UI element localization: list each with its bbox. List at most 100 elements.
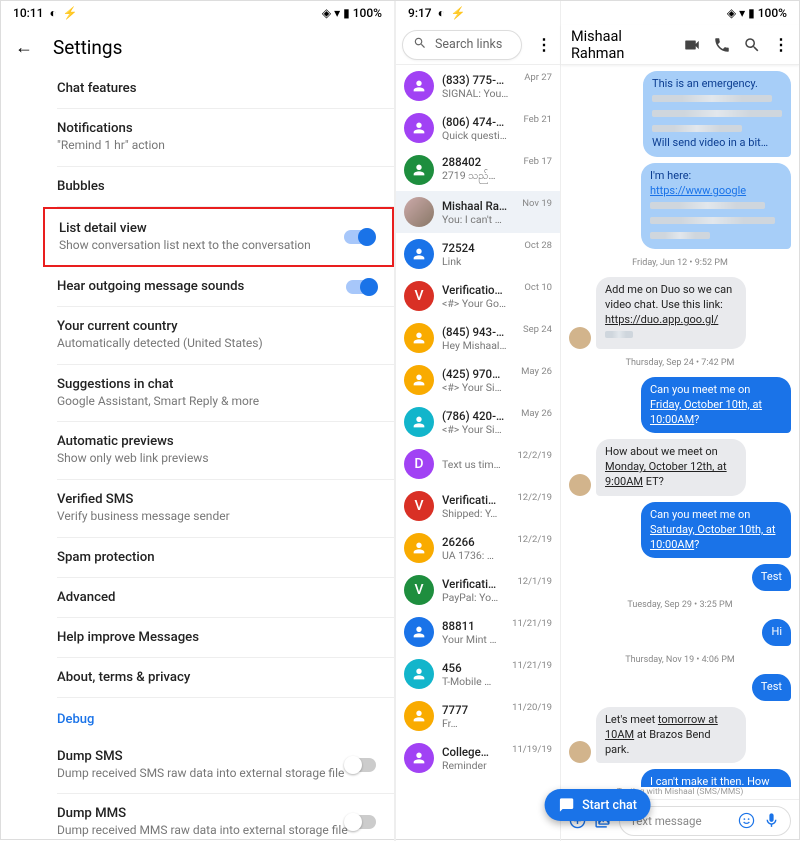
conversation-item[interactable]: V Verificati…Shipped: Y… 12/2/19 [396,485,560,527]
nav-icon: ◐ [49,6,56,20]
message-bubble[interactable]: How about we meet on Monday, October 12t… [596,439,746,496]
message-bubble[interactable]: I'm here: https://www.google [641,163,791,249]
nav-icon: ◐ [438,6,445,20]
message-row: Test [569,564,791,591]
conversation-item[interactable]: (833) 775-…SIGNAL: You… Apr 27 [396,65,560,107]
message-bubble[interactable]: Let's meet tomorrow at 10AM at Brazos Be… [596,707,746,764]
toggle[interactable] [346,815,376,829]
status-bar-left: 10:11 ◐ ⚡ ◈ ▾ ▮ 100% [1,1,394,25]
message-row: Let's meet tomorrow at 10AM at Brazos Be… [569,707,791,764]
message-bubble[interactable]: Test [752,564,791,591]
battery-pct: 100% [353,6,382,20]
settings-item[interactable]: About, terms & privacy [57,658,394,698]
settings-item[interactable]: Hear outgoing message sounds [57,267,394,307]
conversation-item[interactable]: College…Reminder 11/19/19 [396,737,560,779]
status-icons-right: ◈ ▾ ▮ 100% [561,1,799,25]
phone-icon[interactable] [713,36,731,54]
hotspot-icon: ◈ [727,6,736,20]
search-input[interactable]: Search links [402,30,522,60]
search-row: Search links ⋮ [396,25,560,65]
conversation-item[interactable]: (845) 943-…Hey Mishaal… Sep 24 [396,317,560,359]
conversation-item[interactable]: (786) 420-…<#> Your Si… May 26 [396,401,560,443]
status-time: 10:11 [13,6,43,20]
avatar [404,407,434,437]
message-row: This is an emergency.Will send video in … [569,71,791,157]
wifi-icon: ▾ [739,6,745,20]
mic-icon[interactable] [763,812,780,829]
conversation-item[interactable]: 456T-Mobile … 11/21/19 [396,653,560,695]
bolt-icon: ⚡ [451,6,466,20]
message-bubble[interactable]: I can't make it then. How about Saturday… [641,769,791,787]
avatar [404,113,434,143]
message-row: Can you meet me on Friday, October 10th,… [569,377,791,434]
conversation-item[interactable]: D Text us tim… 12/2/19 [396,443,560,485]
settings-item[interactable]: Advanced [57,578,394,618]
avatar [569,327,591,349]
settings-item[interactable]: Suggestions in chatGoogle Assistant, Sma… [57,365,394,423]
avatar: V [404,491,434,521]
message-bubble[interactable]: Can you meet me on Saturday, October 10t… [641,502,791,559]
avatar [404,197,434,227]
more-icon[interactable]: ⋮ [773,35,789,54]
battery-icon: ▮ [343,6,350,20]
settings-item[interactable]: Dump SMSDump received SMS raw data into … [57,737,394,795]
message-bubble[interactable]: This is an emergency.Will send video in … [643,71,791,157]
message-row: Hi [569,619,791,646]
fab-label: Start chat [582,798,637,813]
back-icon[interactable]: ← [15,37,33,58]
message-row: I can't make it then. How about Saturday… [569,769,791,787]
message-row: Add me on Duo so we can video chat. Use … [569,277,791,348]
settings-item[interactable]: Help improve Messages [57,618,394,658]
message-bubble[interactable]: Can you meet me on Friday, October 10th,… [641,377,791,434]
conversation-item[interactable]: (806) 474-…Quick questi… Feb 21 [396,107,560,149]
toggle[interactable] [346,280,376,294]
message-row: Can you meet me on Saturday, October 10t… [569,502,791,559]
bolt-icon: ⚡ [63,6,78,20]
conversation-item[interactable]: V Verificati…PayPal: Yo… 12/1/19 [396,569,560,611]
avatar [569,741,591,763]
more-icon[interactable]: ⋮ [528,35,560,54]
settings-item[interactable]: Automatic previewsShow only web link pre… [57,422,394,480]
search-icon[interactable] [743,36,761,54]
settings-item[interactable]: Dump MMSDump received MMS raw data into … [57,794,394,841]
avatar [404,365,434,395]
conversation-item[interactable]: 88811Your Mint … 11/21/19 [396,611,560,653]
start-chat-fab[interactable]: Start chat [544,789,651,821]
time-separator: Thursday, Sep 24 • 7:42 PM [569,358,791,368]
chat-header: Mishaal Rahman ⋮ [561,25,799,65]
settings-item[interactable]: Verified SMSVerify business message send… [57,480,394,538]
avatar [404,155,434,185]
avatar: V [404,575,434,605]
settings-item[interactable]: Chat features [57,69,394,109]
conversation-item[interactable]: 26266UA 1736: … 12/2/19 [396,527,560,569]
settings-item[interactable]: Your current countryAutomatically detect… [57,307,394,365]
conversation-item[interactable]: 7777Fr… 11/20/19 [396,695,560,737]
avatar [404,701,434,731]
avatar: D [404,449,434,479]
conversation-item[interactable]: (425) 970…<#> Your Si… May 26 [396,359,560,401]
emoji-icon[interactable] [738,812,755,829]
message-bubble[interactable]: Hi [762,619,791,646]
chat-title: Mishaal Rahman [571,28,671,62]
message-bubble[interactable]: Add me on Duo so we can video chat. Use … [596,277,746,348]
avatar [404,743,434,773]
conversation-item[interactable]: Mishaal Ra…You: I can't … Nov 19 [396,191,560,233]
toggle[interactable] [346,758,376,772]
settings-item[interactable]: Spam protection [57,538,394,578]
conversation-item[interactable]: 72524Link Oct 28 [396,233,560,275]
message-row: Test [569,674,791,701]
avatar [404,323,434,353]
settings-item[interactable]: List detail viewShow conversation list n… [43,207,394,268]
avatar [569,474,591,496]
battery-icon: ▮ [748,6,755,20]
message-bubble[interactable]: Test [752,674,791,701]
settings-item[interactable]: Notifications"Remind 1 hr" action [57,109,394,167]
conversation-item[interactable]: 2884022719 သည်… Feb 17 [396,149,560,191]
avatar [404,239,434,269]
time-separator: Thursday, Nov 19 • 4:06 PM [569,655,791,665]
settings-item[interactable]: Bubbles [57,167,394,207]
video-call-icon[interactable] [683,36,701,54]
conversation-item[interactable]: V Verificatio…<#> Your Go… Oct 10 [396,275,560,317]
toggle[interactable] [344,230,374,244]
avatar [404,533,434,563]
